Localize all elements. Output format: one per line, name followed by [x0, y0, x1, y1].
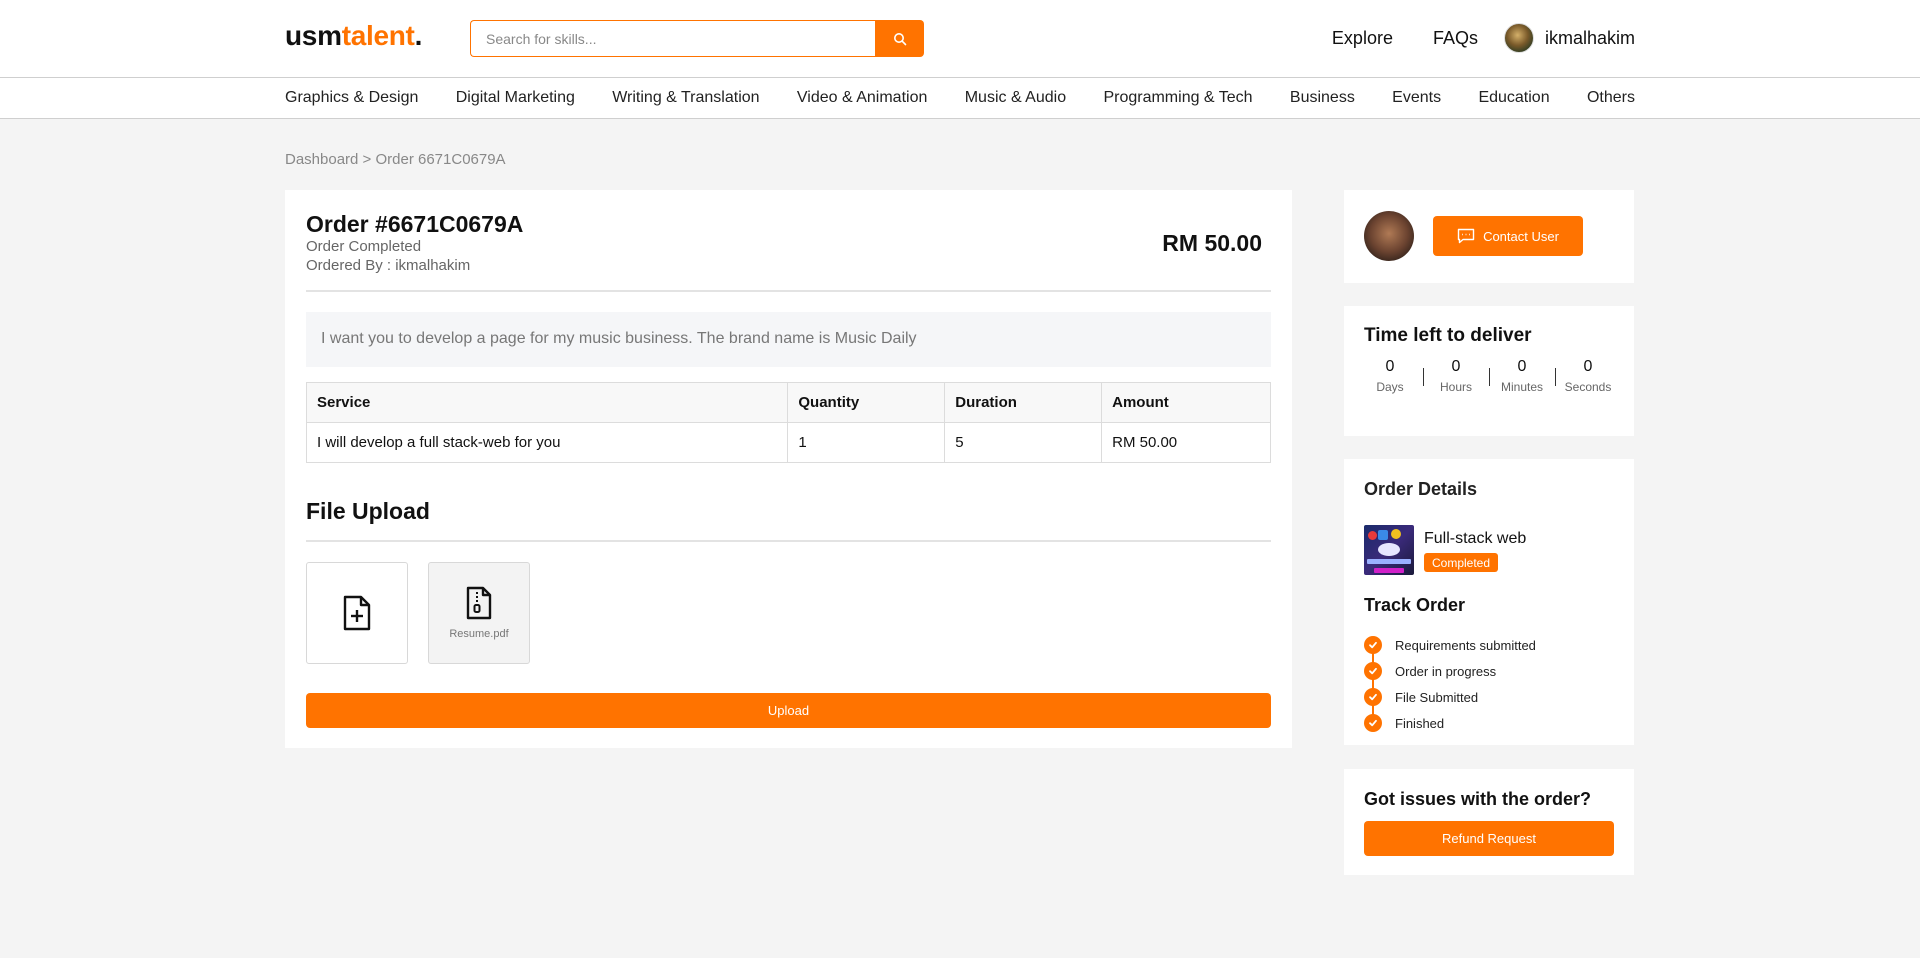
- order-requirement: I want you to develop a page for my musi…: [306, 312, 1271, 367]
- issues-title: Got issues with the order?: [1364, 789, 1592, 809]
- track-order-steps: Requirements submitted Order in progress…: [1364, 632, 1536, 736]
- table-cell-duration: 5: [944, 422, 1103, 463]
- category-others[interactable]: Others: [1587, 89, 1635, 107]
- category-events[interactable]: Events: [1392, 89, 1441, 107]
- track-step: Finished: [1364, 710, 1536, 736]
- search-button[interactable]: [875, 20, 924, 57]
- add-file-button[interactable]: [306, 562, 408, 664]
- timer-value: 0: [1385, 358, 1395, 375]
- order-card: Order #6671C0679A Order Completed Ordere…: [285, 190, 1292, 748]
- service-name[interactable]: Full-stack web: [1424, 530, 1526, 548]
- table-cell-service: I will develop a full stack-web for you: [305, 422, 789, 463]
- file-zip-icon: [466, 586, 492, 620]
- table-header: Quantity: [787, 382, 946, 423]
- logo-text-talent: talent: [341, 20, 415, 51]
- order-price: RM 50.00: [1162, 230, 1262, 256]
- table-header: Duration: [944, 382, 1103, 423]
- category-digital-marketing[interactable]: Digital Marketing: [456, 89, 575, 107]
- divider: [306, 540, 1271, 542]
- search-icon: [893, 32, 906, 45]
- message-icon: [1457, 228, 1475, 244]
- user-menu[interactable]: ikmalhakim: [1503, 23, 1635, 53]
- contact-user-button[interactable]: Contact User: [1433, 216, 1583, 256]
- refund-request-button[interactable]: Refund Request: [1364, 821, 1614, 856]
- breadcrumb[interactable]: Dashboard > Order 6671C0679A: [285, 151, 506, 168]
- top-header: usmtalent. Explore FAQs ikmalhakim: [0, 0, 1920, 78]
- order-details-card: Order Details Full-stack web Completed T…: [1344, 459, 1634, 745]
- timer-value: 0: [1517, 358, 1527, 375]
- track-order-title: Track Order: [1364, 595, 1466, 615]
- status-badge: Completed: [1424, 553, 1499, 572]
- upload-button[interactable]: Upload: [306, 693, 1271, 728]
- timer-separator: [1488, 368, 1490, 386]
- timer-label: Hours: [1439, 380, 1472, 394]
- category-graphics-design[interactable]: Graphics & Design: [285, 89, 418, 107]
- search-input[interactable]: [470, 20, 875, 57]
- order-title: Order #6671C0679A: [306, 211, 524, 237]
- timer-value: 0: [1451, 358, 1461, 375]
- category-programming-tech[interactable]: Programming & Tech: [1103, 89, 1252, 107]
- timer-separator: [1554, 368, 1556, 386]
- file-add-icon: [343, 595, 371, 631]
- table-header: Amount: [1101, 382, 1271, 423]
- order-details-title: Order Details: [1364, 479, 1478, 499]
- search-bar: [470, 20, 924, 57]
- category-nav: Graphics & Design Digital Marketing Writ…: [0, 78, 1920, 119]
- delivery-timer-card: Time left to deliver 0 Days 0 Hours 0 Mi…: [1344, 306, 1634, 436]
- track-step-label: Order in progress: [1395, 663, 1497, 679]
- category-education[interactable]: Education: [1478, 89, 1549, 107]
- check-icon: [1364, 636, 1382, 654]
- table-row: I will develop a full stack-web for you …: [305, 422, 1271, 463]
- timer-label: Minutes: [1500, 380, 1544, 394]
- category-video-animation[interactable]: Video & Animation: [797, 89, 927, 107]
- nav-explore[interactable]: Explore: [1332, 28, 1393, 49]
- seller-avatar: [1364, 211, 1414, 261]
- order-status: Order Completed: [306, 238, 422, 255]
- logo-dot: .: [414, 20, 423, 51]
- table-header: Service: [305, 382, 789, 423]
- table-cell-quantity: 1: [787, 422, 946, 463]
- check-icon: [1364, 714, 1382, 732]
- track-step: Requirements submitted: [1364, 632, 1536, 658]
- category-business[interactable]: Business: [1290, 89, 1355, 107]
- nav-faqs[interactable]: FAQs: [1433, 28, 1478, 49]
- category-music-audio[interactable]: Music & Audio: [965, 89, 1066, 107]
- logo-text-usm: usm: [285, 20, 342, 51]
- service-thumbnail[interactable]: [1364, 525, 1414, 575]
- timer-seconds: 0 Seconds: [1562, 358, 1614, 394]
- user-avatar: [1503, 23, 1534, 53]
- logo[interactable]: usmtalent.: [285, 20, 422, 52]
- contact-card: Contact User: [1344, 190, 1634, 283]
- timer-separator: [1422, 368, 1424, 386]
- track-step-label: Requirements submitted: [1395, 637, 1536, 653]
- check-icon: [1364, 688, 1382, 706]
- top-nav: Explore FAQs ikmalhakim: [1292, 18, 1635, 58]
- uploaded-file-name: Resume.pdf: [449, 628, 509, 640]
- timer-minutes: 0 Minutes: [1496, 358, 1548, 394]
- track-step-label: File Submitted: [1395, 689, 1479, 705]
- timer-title: Time left to deliver: [1364, 325, 1532, 346]
- timer-value: 0: [1583, 358, 1593, 375]
- timer-hours: 0 Hours: [1430, 358, 1482, 394]
- check-icon: [1364, 662, 1382, 680]
- issues-card: Got issues with the order? Refund Reques…: [1344, 769, 1634, 875]
- divider: [306, 290, 1271, 292]
- track-step: Order in progress: [1364, 658, 1536, 684]
- countdown: 0 Days 0 Hours 0 Minutes 0 Seconds: [1364, 358, 1614, 394]
- track-step: File Submitted: [1364, 684, 1536, 710]
- file-upload-title: File Upload: [306, 498, 430, 524]
- timer-days: 0 Days: [1364, 358, 1416, 394]
- service-table: Service Quantity Duration Amount I will …: [305, 382, 1271, 463]
- category-writing-translation[interactable]: Writing & Translation: [612, 89, 759, 107]
- table-cell-amount: RM 50.00: [1101, 422, 1271, 463]
- contact-user-label: Contact User: [1483, 228, 1559, 244]
- track-step-label: Finished: [1395, 715, 1445, 731]
- table-header-row: Service Quantity Duration Amount: [305, 382, 1271, 423]
- timer-label: Seconds: [1564, 380, 1612, 394]
- timer-label: Days: [1376, 380, 1404, 394]
- uploaded-file[interactable]: Resume.pdf: [428, 562, 530, 664]
- username: ikmalhakim: [1544, 27, 1635, 48]
- order-ordered-by: Ordered By : ikmalhakim: [306, 257, 471, 274]
